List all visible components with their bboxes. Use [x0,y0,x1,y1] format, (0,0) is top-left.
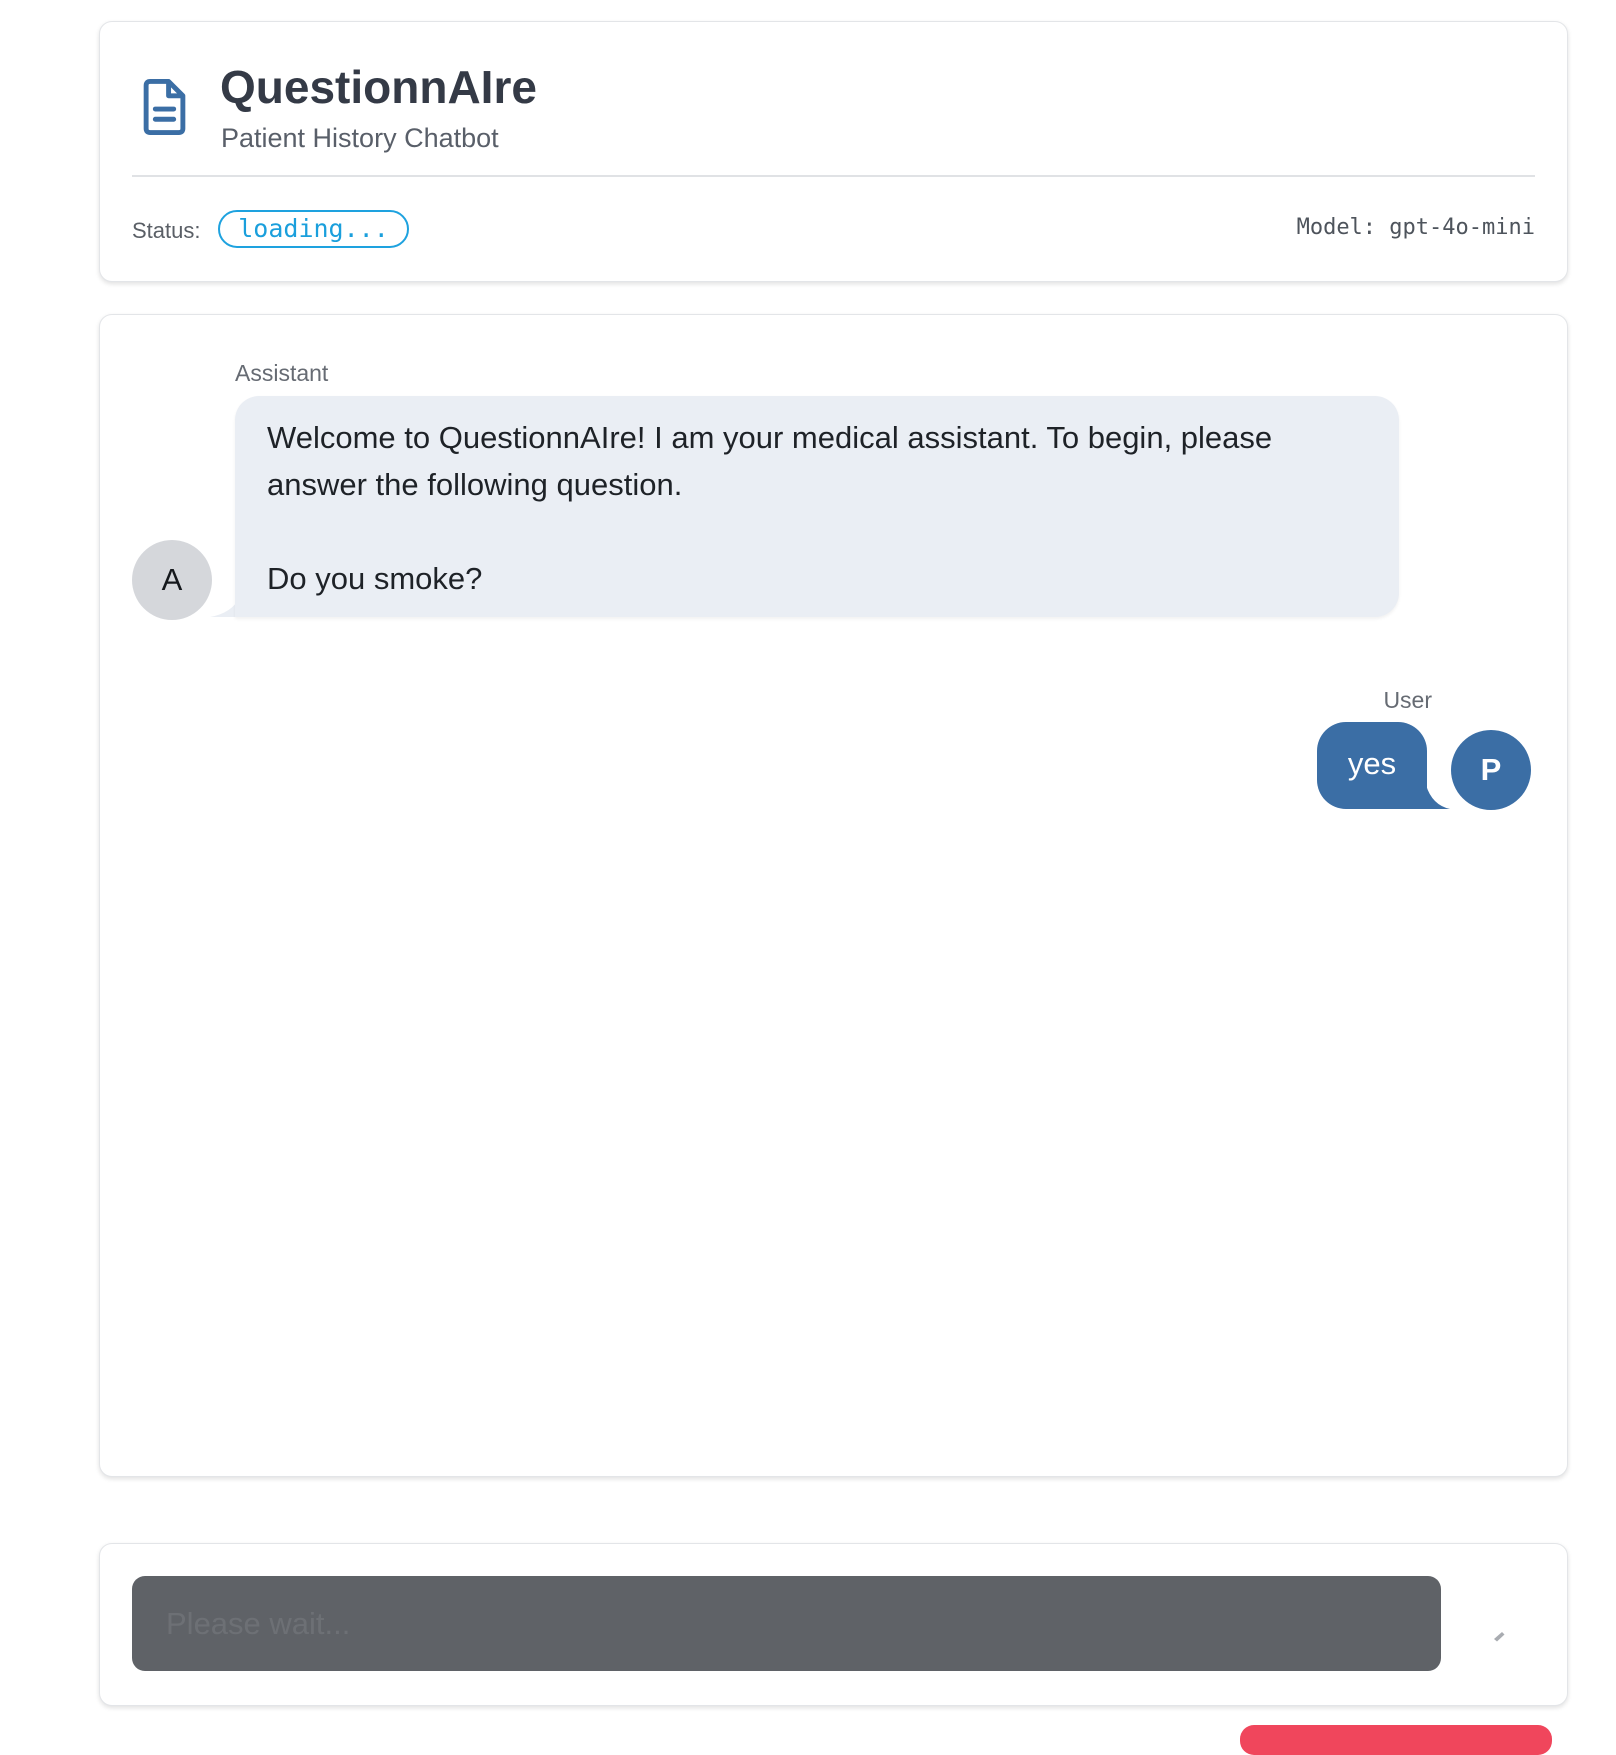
message-input[interactable] [132,1576,1441,1671]
assistant-message-text: Welcome to QuestionnAIre! I am your medi… [267,420,1273,596]
assistant-message-bubble: Welcome to QuestionnAIre! I am your medi… [235,396,1399,617]
header-card: QuestionnAIre Patient History Chatbot St… [99,21,1568,282]
assistant-sender-label: Assistant [235,360,329,386]
header-divider [132,175,1535,177]
model-info: Model: gpt-4o-mini [1296,215,1535,240]
app-subtitle: Patient History Chatbot [221,123,499,153]
document-icon [143,79,186,135]
assistant-avatar: A [132,540,212,620]
user-message-bubble: yes [1317,722,1427,809]
send-button[interactable] [1480,1612,1520,1652]
status-label: Status: [132,218,201,243]
clear-button[interactable] [1240,1725,1552,1755]
user-avatar: P [1451,730,1531,810]
user-message-text: yes [1347,746,1397,781]
user-bubble-tail [1426,785,1450,809]
chat-panel[interactable]: Assistant Welcome to QuestionnAIre! I am… [99,314,1568,1477]
app-title: QuestionnAIre [220,61,537,113]
user-sender-label: User [1383,687,1432,713]
status-badge: loading... [218,210,409,248]
send-icon [1494,1632,1505,1642]
input-card [99,1543,1568,1706]
